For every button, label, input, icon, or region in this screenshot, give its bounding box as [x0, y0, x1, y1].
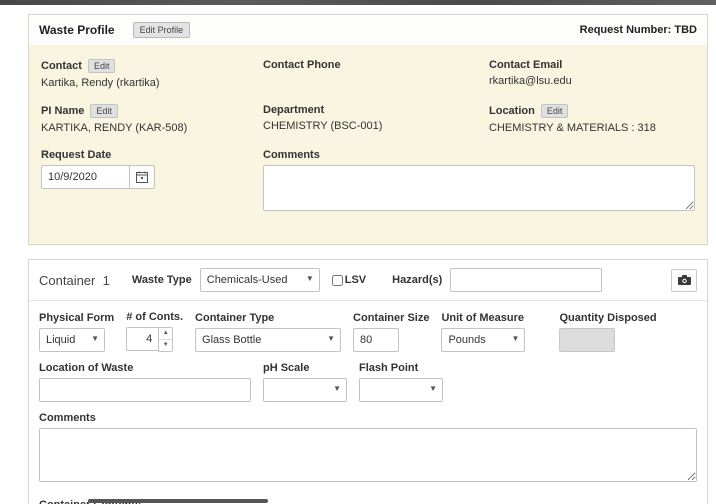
department-label: Department — [263, 104, 324, 116]
location-of-waste-label: Location of Waste — [39, 362, 251, 374]
waste-type-label: Waste Type — [132, 274, 192, 286]
location-label: Location — [489, 105, 535, 117]
profile-comments-label: Comments — [263, 149, 320, 161]
contact-phone-value — [263, 75, 489, 88]
container-type-select[interactable]: Glass Bottle — [195, 328, 341, 352]
pi-name-label: PI Name — [41, 105, 84, 117]
container-header: Container 1 Waste Type Chemicals-Used ▼ … — [29, 260, 707, 301]
contact-field: Contact Edit Kartika, Rendy (rkartika) — [41, 59, 263, 90]
department-field: Department CHEMISTRY (BSC-001) — [263, 104, 489, 135]
physical-form-label: Physical Form — [39, 312, 114, 324]
location-of-waste-input[interactable] — [39, 378, 251, 402]
pi-name-value: KARTIKA, RENDY (KAR-508) — [41, 122, 263, 135]
container-type-label: Container Type — [195, 312, 341, 324]
profile-body: Contact Edit Kartika, Rendy (rkartika) C… — [29, 45, 707, 244]
hazards-input[interactable] — [450, 268, 602, 292]
contact-phone-field: Contact Phone — [263, 59, 489, 90]
edit-contact-button[interactable]: Edit — [88, 59, 116, 73]
stepper-up-icon[interactable]: ▲ — [159, 328, 172, 340]
waste-type-select[interactable]: Chemicals-Used — [200, 268, 320, 292]
stepper-down-icon[interactable]: ▼ — [159, 340, 172, 351]
quantity-disposed-label: Quantity Disposed — [559, 312, 656, 324]
top-menu-bar — [0, 0, 716, 5]
container-panel: Container 1 Waste Type Chemicals-Used ▼ … — [28, 259, 708, 504]
container-form: Physical Form Liquid ▼ # of Conts. ▲ ▼ C… — [29, 301, 707, 504]
request-number: Request Number: TBD — [580, 24, 697, 36]
horizontal-scrollbar-thumb[interactable] — [88, 499, 268, 503]
contact-label: Contact — [41, 60, 82, 72]
flash-point-select[interactable] — [359, 378, 443, 402]
contact-value: Kartika, Rendy (rkartika) — [41, 77, 263, 90]
contact-email-field: Contact Email rkartika@lsu.edu — [489, 59, 695, 90]
location-value: CHEMISTRY & MATERIALS : 318 — [489, 122, 695, 135]
page-title: Waste Profile — [39, 23, 115, 37]
container-comments-textarea[interactable] — [39, 428, 697, 482]
container-comments-label: Comments — [39, 412, 697, 424]
quantity-disposed-input — [559, 328, 615, 352]
lsv-checkbox[interactable] — [332, 275, 343, 286]
edit-pi-name-button[interactable]: Edit — [90, 104, 118, 118]
container-size-label: Container Size — [353, 312, 429, 324]
num-of-conts-label: # of Conts. — [126, 311, 183, 323]
edit-profile-button[interactable]: Edit Profile — [133, 22, 191, 38]
pi-name-field: PI Name Edit KARTIKA, RENDY (KAR-508) — [41, 104, 263, 135]
unit-of-measure-select[interactable]: Pounds — [441, 328, 525, 352]
unit-of-measure-label: Unit of Measure — [441, 312, 525, 324]
physical-form-select[interactable]: Liquid — [39, 328, 105, 352]
request-date-input[interactable] — [41, 165, 129, 189]
camera-icon[interactable] — [671, 269, 697, 292]
calendar-icon[interactable] — [129, 165, 155, 189]
department-value: CHEMISTRY (BSC-001) — [263, 120, 489, 133]
ph-scale-label: pH Scale — [263, 362, 347, 374]
ph-scale-select[interactable] — [263, 378, 347, 402]
contact-email-value: rkartika@lsu.edu — [489, 75, 695, 88]
contact-phone-label: Contact Phone — [263, 59, 341, 71]
request-date-label: Request Date — [41, 149, 111, 161]
edit-location-button[interactable]: Edit — [541, 104, 569, 118]
container-number: 1 — [103, 273, 110, 288]
hazards-label: Hazard(s) — [392, 274, 442, 286]
container-title: Container — [39, 273, 95, 288]
container-size-input[interactable] — [353, 328, 399, 352]
num-of-conts-input[interactable] — [126, 327, 158, 351]
contact-email-label: Contact Email — [489, 59, 562, 71]
lsv-label: LSV — [345, 274, 366, 286]
quantity-stepper: ▲ ▼ — [126, 327, 183, 352]
location-field: Location Edit CHEMISTRY & MATERIALS : 31… — [489, 104, 695, 135]
waste-profile-header: Waste Profile Edit Profile Request Numbe… — [29, 15, 707, 45]
flash-point-label: Flash Point — [359, 362, 443, 374]
waste-profile-panel: Waste Profile Edit Profile Request Numbe… — [28, 14, 708, 245]
request-date-field: Request Date — [41, 149, 263, 214]
profile-comments-field: Comments — [263, 149, 695, 214]
profile-comments-textarea[interactable] — [263, 165, 695, 211]
